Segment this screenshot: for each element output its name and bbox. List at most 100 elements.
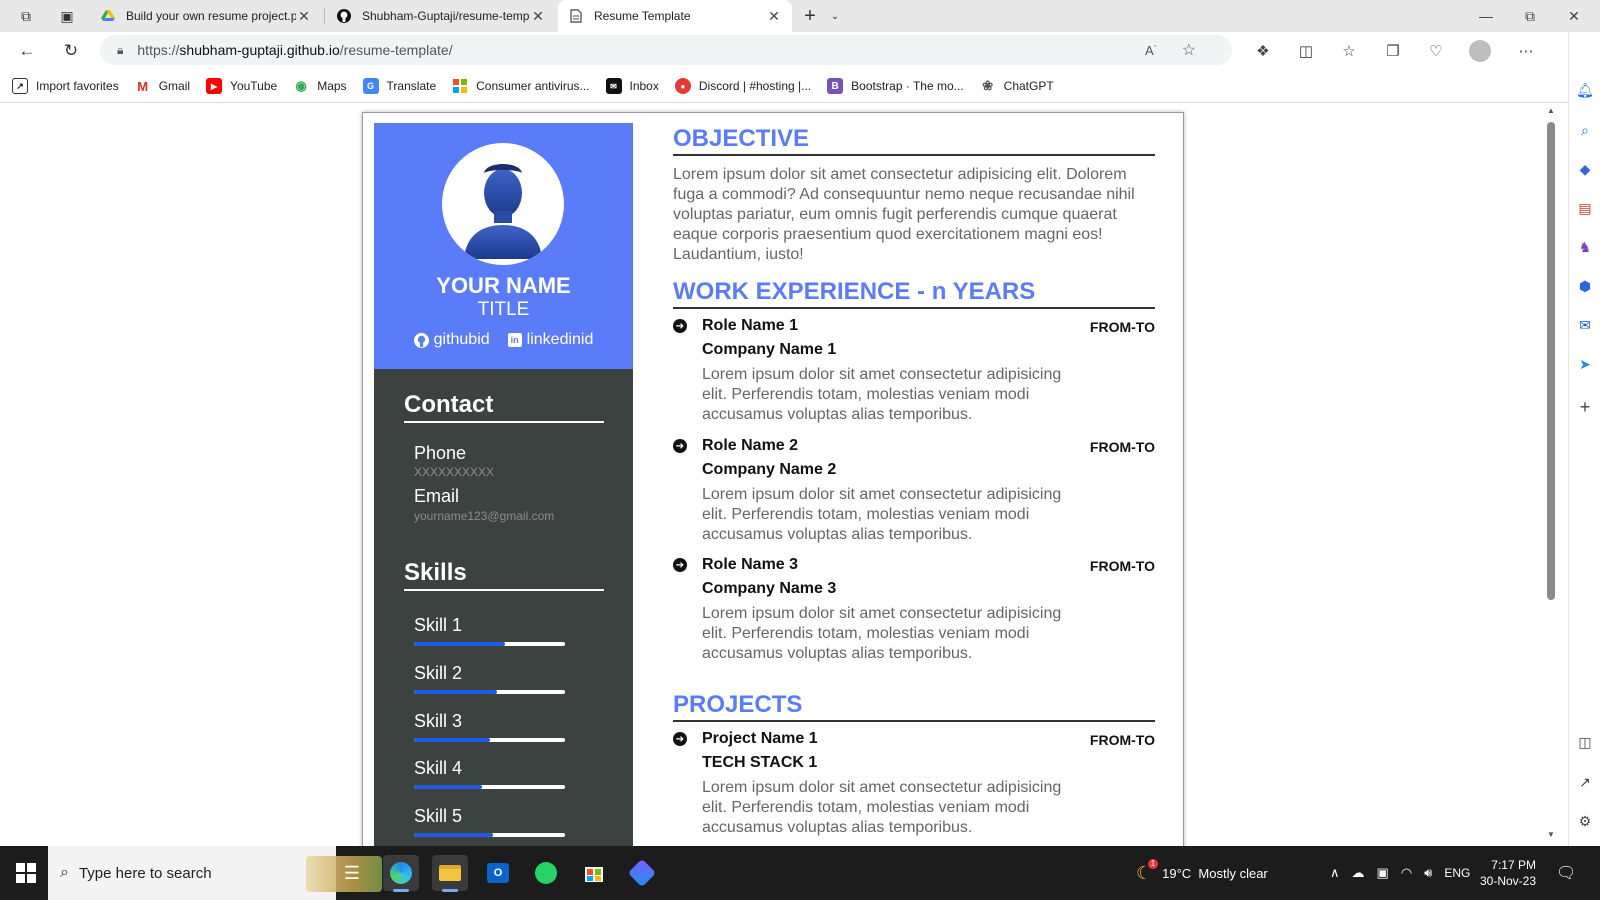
discord-icon: ● <box>674 78 691 94</box>
address-bar[interactable]: 🔒︎ https://shubham-guptaji.github.io/res… <box>100 35 1232 65</box>
workspaces-icon[interactable]: ⧉ <box>16 6 36 26</box>
outlook-app-icon[interactable]: O <box>480 855 516 891</box>
skill-bar <box>414 690 565 694</box>
scrollbar-thumb[interactable] <box>1547 122 1555 600</box>
weather-moon-icon: ☾ 1 <box>1136 858 1158 884</box>
taskbar-search-input[interactable]: ⌕ Type here to search <box>48 846 382 900</box>
tab-resume-template[interactable]: Resume Template ✕ <box>558 0 792 32</box>
favorite-gmail[interactable]: M Gmail <box>135 78 190 94</box>
extensions-icon[interactable]: ❖ <box>1250 38 1276 64</box>
social-links: githubid in linkedinid <box>374 331 633 349</box>
back-icon[interactable]: ← <box>14 38 40 64</box>
whatsapp-icon[interactable] <box>528 855 564 891</box>
objective-heading: OBJECTIVE <box>673 125 1155 156</box>
favorite-label: Maps <box>317 79 347 93</box>
gmail-icon: M <box>137 78 149 94</box>
url-host: shubham-guptaji.github.io <box>179 42 340 58</box>
scroll-up-icon[interactable]: ▲ <box>1546 106 1556 115</box>
favorite-chatgpt[interactable]: ❀ ChatGPT <box>980 78 1053 94</box>
collections-icon[interactable]: ❐ <box>1380 38 1406 64</box>
more-menu-icon[interactable]: ⋯ <box>1513 38 1539 64</box>
phone-value: XXXXXXXXXX <box>414 465 495 479</box>
favorite-inbox[interactable]: ✉ Inbox <box>605 78 659 94</box>
edge-app-icon[interactable] <box>383 855 419 892</box>
page-scrollbar[interactable]: ▲ ▼ <box>1544 102 1558 846</box>
bootstrap-icon: B <box>827 78 844 94</box>
edge-sidebar: 🔔︎ ⌕ ◆ ▤ ♞ ⬢ ✉ ➤ + ◫ ↗ ⚙ <box>1568 32 1600 846</box>
tab-bar: ⧉ ▣ Build your own resume project.p ✕ Sh… <box>0 0 1600 32</box>
microsoft-icon <box>452 78 468 94</box>
file-explorer-icon[interactable] <box>432 855 468 892</box>
date-range: FROM-TO <box>1089 558 1155 574</box>
wifi-icon[interactable]: ◠ <box>1401 865 1412 881</box>
email-label: Email <box>414 486 460 506</box>
performance-icon[interactable]: ♡ <box>1423 38 1449 64</box>
clock[interactable]: 7:17 PM 30-Nov-23 <box>1470 846 1536 900</box>
minimize-icon[interactable]: — <box>1464 0 1508 32</box>
language-indicator[interactable]: ENG <box>1444 866 1470 880</box>
favorite-translate[interactable]: G Translate <box>362 78 436 94</box>
circle-arrow-icon: ➔ <box>673 732 687 746</box>
circle-arrow-icon: ➔ <box>673 558 687 572</box>
shopping-icon[interactable]: ◆ <box>1575 159 1595 179</box>
restore-icon[interactable]: ⧉ <box>1508 0 1552 32</box>
add-sidebar-app-icon[interactable]: + <box>1575 397 1595 417</box>
tab-list-chevron-icon[interactable]: ⌄ <box>825 6 845 26</box>
close-tab-icon[interactable]: ✕ <box>766 8 782 25</box>
favorite-bootstrap[interactable]: B Bootstrap · The mo... <box>827 78 964 94</box>
search-icon[interactable]: ⌕ <box>1575 120 1595 140</box>
lock-icon[interactable]: 🔒︎ <box>117 43 123 58</box>
outlook-icon[interactable]: ✉ <box>1575 315 1595 335</box>
close-tab-icon[interactable]: ✕ <box>530 8 546 25</box>
favorite-star-icon[interactable]: ☆ <box>1182 40 1196 60</box>
circle-arrow-icon: ➔ <box>673 439 687 453</box>
notification-badge: 1 <box>1148 858 1158 869</box>
favorite-label: Consumer antivirus... <box>476 79 590 93</box>
close-window-icon[interactable]: ✕ <box>1552 0 1596 32</box>
copilot-app-icon[interactable] <box>624 855 660 891</box>
search-placeholder: Type here to search <box>78 864 212 882</box>
drop-icon[interactable]: ➤ <box>1575 354 1595 374</box>
open-external-icon[interactable]: ↗ <box>1575 772 1595 792</box>
tab-build-resume[interactable]: Build your own resume project.p ✕ <box>90 0 322 32</box>
hide-sidebar-icon[interactable]: ◫ <box>1575 732 1595 752</box>
windows-start-icon[interactable] <box>14 861 38 885</box>
onedrive-cloud-icon[interactable]: ☁ <box>1352 865 1365 881</box>
games-icon[interactable]: ♞ <box>1575 237 1595 257</box>
read-aloud-icon[interactable]: A˙ <box>1145 43 1158 58</box>
settings-gear-icon[interactable]: ⚙ <box>1575 811 1595 831</box>
microsoft-store-icon[interactable] <box>576 855 612 891</box>
github-icon <box>336 8 352 24</box>
person-silhouette-icon <box>464 164 542 259</box>
refresh-icon[interactable]: ↻ <box>58 38 84 64</box>
favorite-maps[interactable]: ◉ Maps <box>293 78 347 94</box>
resume-card: YOUR NAME TITLE githubid in linkedinid Co… <box>362 112 1184 846</box>
vertical-tabs-icon[interactable]: ▣ <box>57 6 77 26</box>
new-tab-icon[interactable]: + <box>800 5 820 27</box>
task-view-icon[interactable]: ☰ <box>334 855 370 891</box>
skill-bar <box>414 642 565 646</box>
linkedin-link[interactable]: in linkedinid <box>507 331 593 349</box>
favorite-discord[interactable]: ● Discord | #hosting |... <box>674 78 811 94</box>
split-screen-icon[interactable]: ◫ <box>1293 38 1319 64</box>
microsoft365-icon[interactable]: ⬢ <box>1575 276 1595 296</box>
tools-icon[interactable]: ▤ <box>1575 198 1595 218</box>
notification-center-icon[interactable]: 🗨︎ <box>1556 846 1576 900</box>
tab-github-repo[interactable]: Shubham-Guptaji/resume-templ ✕ <box>326 0 556 32</box>
notifications-icon[interactable]: 🔔︎ <box>1575 80 1595 100</box>
device-icon[interactable]: ▣ <box>1377 865 1389 881</box>
favorite-import[interactable]: ↗ Import favorites <box>12 78 119 94</box>
volume-icon[interactable]: 🔊︎ <box>1424 865 1432 881</box>
github-link[interactable]: githubid <box>413 331 490 349</box>
favorite-youtube[interactable]: ▶ YouTube <box>206 78 277 94</box>
skill-name: Skill 2 <box>414 663 463 683</box>
close-tab-icon[interactable]: ✕ <box>296 8 312 25</box>
maps-icon: ◉ <box>295 78 307 93</box>
weather-widget[interactable]: ☾ 1 19°C Mostly clear <box>1136 846 1268 900</box>
profile-avatar-icon[interactable] <box>1467 38 1493 64</box>
company-name: Company Name 1 <box>702 341 837 358</box>
favorite-antivirus[interactable]: Consumer antivirus... <box>452 78 590 94</box>
favorites-icon[interactable]: ☆ <box>1336 38 1362 64</box>
chevron-up-icon[interactable]: ∧ <box>1330 865 1340 881</box>
scroll-down-icon[interactable]: ▼ <box>1546 830 1556 839</box>
